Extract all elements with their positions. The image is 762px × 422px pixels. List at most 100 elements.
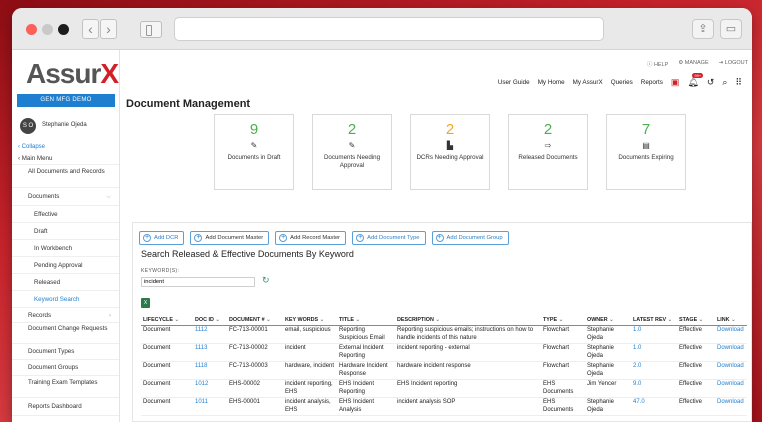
sidebar-item-keyword-search[interactable]: Keyword Search bbox=[12, 291, 119, 308]
sidebar-item-all-documents[interactable]: All Documents and Records bbox=[12, 165, 119, 188]
notification-bell-icon[interactable]: 🔔︎ 99+ bbox=[687, 73, 704, 88]
latest-rev-link[interactable]: 47.0 bbox=[631, 397, 677, 417]
back-icon[interactable]: ‹ bbox=[82, 19, 99, 39]
card-dcrs-needing-approval[interactable]: 2 ▙ DCRs Needing Approval bbox=[410, 114, 490, 190]
sidebar-item-document-types[interactable]: Document Types bbox=[12, 344, 119, 360]
sidebar-item-effective[interactable]: Effective bbox=[12, 206, 119, 223]
chevron-down-icon: ⌵ bbox=[106, 193, 111, 200]
sidebar-item-reports-dashboard[interactable]: Reports Dashboard bbox=[12, 398, 119, 416]
zoom-window-button[interactable] bbox=[58, 24, 69, 35]
latest-rev-link[interactable]: 2.0 bbox=[631, 361, 677, 381]
sidebar-item-training-exam[interactable]: Training Exam Templates bbox=[12, 376, 119, 398]
avatar[interactable]: S O bbox=[20, 118, 36, 134]
add-dcr-button[interactable]: + Add DCR bbox=[139, 231, 185, 245]
col-owner[interactable]: OWNER ⌄ bbox=[585, 317, 631, 327]
history-icon[interactable]: ↺ bbox=[707, 77, 715, 88]
col-doc-id[interactable]: DOC ID ⌄ bbox=[193, 317, 227, 327]
top-nav: User Guide My Home My AssurX Queries Rep… bbox=[498, 73, 742, 88]
table-row[interactable]: Document 1012 EHS-00002 incident reporti… bbox=[141, 379, 747, 399]
manage-link[interactable]: ⚙ MANAGE bbox=[678, 60, 708, 68]
notification-badge: 99+ bbox=[692, 73, 704, 78]
address-bar[interactable] bbox=[174, 17, 604, 41]
nav-my-home[interactable]: My Home bbox=[538, 79, 565, 86]
download-link[interactable]: Download bbox=[715, 397, 747, 417]
add-document-group-button[interactable]: + Add Document Group bbox=[431, 231, 509, 245]
action-buttons: + Add DCR + Add Document Master + Add Recor… bbox=[139, 231, 509, 245]
plus-icon: + bbox=[194, 234, 203, 242]
calendar-icon[interactable]: ▣ bbox=[671, 77, 680, 88]
doc-id-link[interactable]: 1118 bbox=[193, 361, 227, 381]
main-menu-link[interactable]: ‹ Main Menu bbox=[12, 153, 119, 165]
apps-grid-icon[interactable]: ⠿ bbox=[735, 77, 742, 88]
excel-export-icon[interactable]: X bbox=[141, 298, 150, 308]
forward-icon[interactable]: › bbox=[100, 19, 117, 39]
plus-icon: + bbox=[356, 234, 365, 242]
col-description[interactable]: DESCRIPTION ⌄ bbox=[395, 317, 541, 327]
minimize-window-button[interactable] bbox=[42, 24, 53, 35]
main-content: ⓘ HELP ⚙ MANAGE ⇥ LOGOUT User Guide My H… bbox=[120, 50, 752, 422]
keyword-label: KEYWORD(S): bbox=[141, 268, 180, 274]
card-documents-needing-approval[interactable]: 2 ✎ Documents Needing Approval bbox=[312, 114, 392, 190]
keyword-search-panel: + Add DCR + Add Document Master + Add Recor… bbox=[132, 222, 752, 422]
help-link[interactable]: ⓘ HELP bbox=[647, 60, 668, 68]
refresh-icon[interactable]: ↻ bbox=[262, 275, 270, 286]
download-link[interactable]: Download bbox=[715, 361, 747, 381]
col-type[interactable]: TYPE ⌄ bbox=[541, 317, 585, 327]
sidebar-item-records[interactable]: Records › bbox=[12, 308, 119, 323]
col-document-number[interactable]: DOCUMENT # ⌄ bbox=[227, 317, 283, 327]
sidebar-item-dcr[interactable]: Document Change Requests bbox=[12, 323, 119, 344]
add-record-master-button[interactable]: + Add Record Master bbox=[275, 231, 347, 245]
plus-icon: + bbox=[143, 234, 151, 242]
keyword-input[interactable] bbox=[141, 277, 255, 287]
latest-rev-link[interactable]: 1.0 bbox=[631, 343, 677, 363]
doc-id-link[interactable]: 1112 bbox=[193, 325, 227, 345]
table-row[interactable]: Document 1112 FC-713-00001 email, suspic… bbox=[141, 325, 747, 345]
nav-queries[interactable]: Queries bbox=[611, 79, 633, 86]
latest-rev-link[interactable]: 1.0 bbox=[631, 325, 677, 345]
sidebar-item-released[interactable]: Released bbox=[12, 274, 119, 291]
results-table: LIFECYCLE ⌄ DOC ID ⌄ DOCUMENT # ⌄ KEY WO… bbox=[141, 317, 747, 417]
nav-my-assurx[interactable]: My AssurX bbox=[573, 79, 603, 86]
col-stage[interactable]: STAGE ⌄ bbox=[677, 317, 715, 327]
nav-user-guide[interactable]: User Guide bbox=[498, 79, 530, 86]
collapse-link[interactable]: ‹ Collapse bbox=[18, 144, 45, 150]
col-latest-rev[interactable]: LATEST REV ⌄ bbox=[631, 317, 677, 327]
sidebar-item-in-workbench[interactable]: In Workbench bbox=[12, 240, 119, 257]
latest-rev-link[interactable]: 9.0 bbox=[631, 379, 677, 399]
search-icon[interactable]: ⌕ bbox=[722, 77, 727, 88]
card-documents-expiring[interactable]: 7 ▤ Documents Expiring bbox=[606, 114, 686, 190]
col-lifecycle[interactable]: LIFECYCLE ⌄ bbox=[141, 317, 193, 327]
nav-reports[interactable]: Reports bbox=[641, 79, 663, 86]
plus-icon: + bbox=[435, 234, 444, 242]
card-documents-in-draft[interactable]: 9 ✎ Documents in Draft bbox=[214, 114, 294, 190]
sidebar-toggle-icon[interactable] bbox=[140, 21, 162, 38]
doc-id-link[interactable]: 1113 bbox=[193, 343, 227, 363]
doc-id-link[interactable]: 1012 bbox=[193, 379, 227, 399]
assurx-logo: AssurX bbox=[26, 58, 119, 89]
sidebar-item-draft[interactable]: Draft bbox=[12, 223, 119, 240]
sidebar-item-pending-approval[interactable]: Pending Approval bbox=[12, 257, 119, 274]
add-document-type-button[interactable]: + Add Document Type bbox=[352, 231, 426, 245]
edit-document-icon: ✎ bbox=[250, 141, 258, 150]
sidebar-item-document-groups[interactable]: Document Groups bbox=[12, 360, 119, 376]
logout-link[interactable]: ⇥ LOGOUT bbox=[719, 60, 748, 68]
share-icon[interactable]: ⇪ bbox=[692, 19, 714, 39]
doc-id-link[interactable]: 1011 bbox=[193, 397, 227, 417]
col-link[interactable]: LINK ⌄ bbox=[715, 317, 747, 327]
user-name: Stephanie Ojeda bbox=[42, 122, 87, 128]
add-document-master-button[interactable]: + Add Document Master bbox=[190, 231, 270, 245]
chevron-right-icon: › bbox=[108, 312, 111, 319]
download-link[interactable]: Download bbox=[715, 379, 747, 399]
card-released-documents[interactable]: 2 ⇨ Released Documents bbox=[508, 114, 588, 190]
col-title[interactable]: TITLE ⌄ bbox=[337, 317, 395, 327]
table-row[interactable]: Document 1118 FC-713-00003 hardware, inc… bbox=[141, 361, 747, 381]
table-row[interactable]: Document 1011 EHS-00001 incident analysi… bbox=[141, 397, 747, 417]
tabs-icon[interactable]: ▭ bbox=[720, 19, 742, 39]
table-row[interactable]: Document 1113 FC-713-00002 incident Exte… bbox=[141, 343, 747, 363]
download-link[interactable]: Download bbox=[715, 343, 747, 363]
browser-window: ‹ › ⇪ ▭ AssurX GEN MFG DEMO S O Stephani… bbox=[12, 8, 752, 422]
download-link[interactable]: Download bbox=[715, 325, 747, 345]
close-window-button[interactable] bbox=[26, 24, 37, 35]
sidebar-item-documents[interactable]: Documents ⌵ bbox=[12, 188, 119, 206]
col-key-words[interactable]: KEY WORDS ⌄ bbox=[283, 317, 337, 327]
